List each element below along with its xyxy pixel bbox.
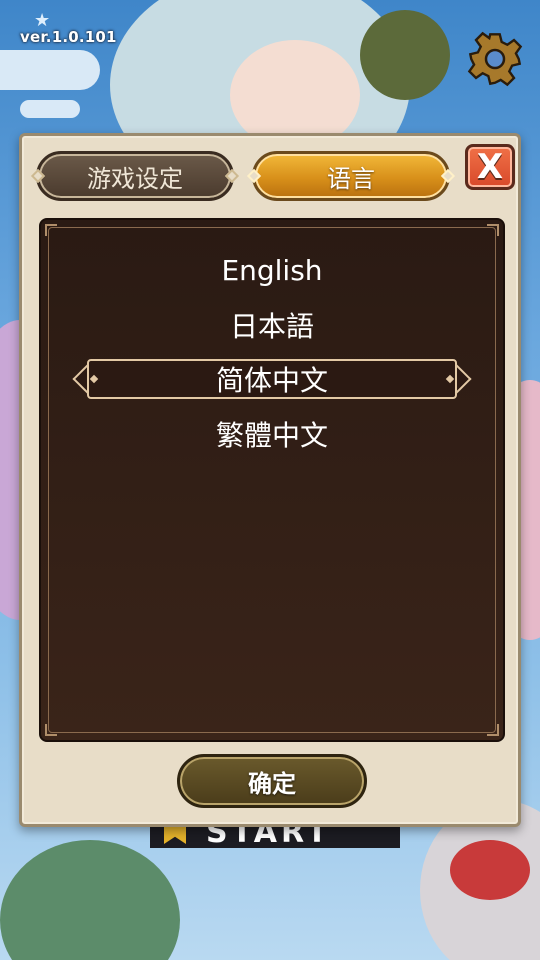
- character-hat: [360, 10, 450, 100]
- tab-game-settings[interactable]: 游戏设定: [30, 151, 240, 201]
- tab-ornament: [246, 168, 262, 184]
- tab-ornament: [224, 168, 240, 184]
- panel-corner-ornament: [45, 724, 57, 736]
- cloud: [20, 100, 80, 118]
- panel-corner-ornament: [487, 724, 499, 736]
- close-button[interactable]: X: [465, 144, 515, 190]
- tab-label: 语言: [327, 164, 375, 193]
- language-label: English: [221, 253, 323, 287]
- confirm-button[interactable]: 确定: [177, 754, 367, 808]
- language-label: 繁體中文: [215, 419, 328, 452]
- settings-dialog: 游戏设定 语言 X English 日本語 简体中文 繁體中文 确定: [19, 133, 521, 827]
- tab-ornament: [30, 168, 46, 184]
- confirm-label: 确定: [248, 769, 296, 798]
- language-label: 简体中文: [215, 364, 328, 397]
- panel-corner-ornament: [45, 224, 57, 236]
- language-option-japanese[interactable]: 日本語: [41, 303, 503, 347]
- close-icon: X: [476, 147, 504, 187]
- language-option-traditional-chinese[interactable]: 繁體中文: [41, 412, 503, 456]
- bottom-left-character: [0, 840, 180, 960]
- cloud: [0, 50, 100, 90]
- language-option-english[interactable]: English: [41, 248, 503, 292]
- settings-button[interactable]: [466, 30, 524, 88]
- gear-icon: [467, 31, 523, 87]
- tab-language[interactable]: 语言: [246, 151, 456, 201]
- language-label: 日本語: [229, 310, 314, 343]
- language-option-simplified-chinese[interactable]: 简体中文: [41, 357, 503, 401]
- language-list-panel: English 日本語 简体中文 繁體中文: [39, 218, 505, 742]
- tab-label: 游戏设定: [87, 164, 183, 193]
- tab-ornament: [440, 168, 456, 184]
- panel-corner-ornament: [487, 224, 499, 236]
- version-label: ver.1.0.101: [20, 28, 117, 46]
- bottom-right-character-accent: [450, 840, 530, 900]
